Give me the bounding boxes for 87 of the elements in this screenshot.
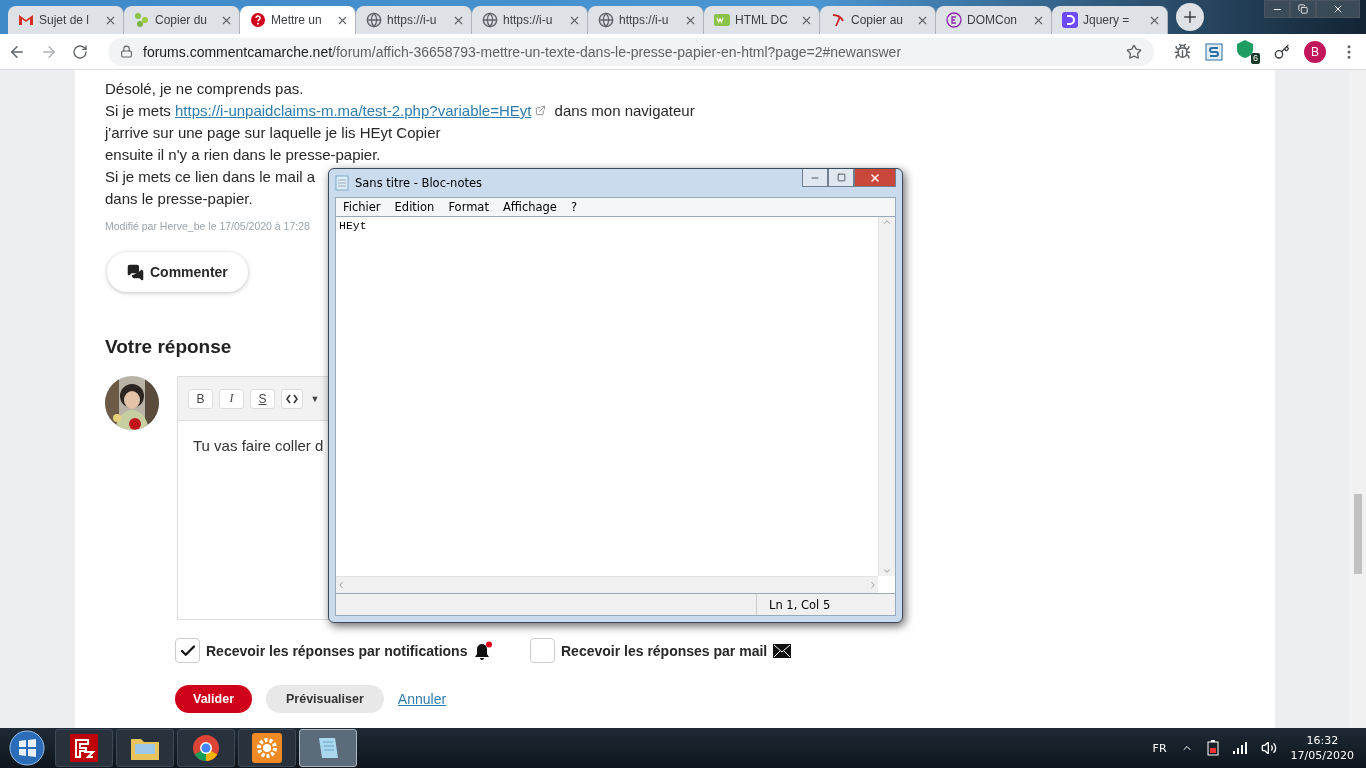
- browser-tab[interactable]: Copier du: [124, 6, 240, 34]
- browser-tab[interactable]: Sujet de l: [8, 6, 124, 34]
- browser-tab[interactable]: Copier au: [820, 6, 936, 34]
- menu-item[interactable]: Affichage: [495, 200, 564, 214]
- dropdown-button[interactable]: ▼: [309, 388, 321, 409]
- envelope-icon: [18, 12, 34, 28]
- close-icon: [1332, 3, 1344, 15]
- browser-tab[interactable]: https://i-u: [472, 6, 588, 34]
- maximize-icon: [836, 173, 846, 182]
- lock-icon: [120, 45, 133, 58]
- menu-item[interactable]: Format: [441, 200, 496, 214]
- taskbar-app-button[interactable]: [238, 729, 296, 767]
- bell-icon: [473, 640, 494, 661]
- browser-tab[interactable]: https://i-u: [588, 6, 704, 34]
- notepad-icon: [335, 175, 349, 191]
- option-label: Recevoir les réponses par notifications: [206, 642, 468, 659]
- browser-tab[interactable]: DOMCon: [936, 6, 1052, 34]
- post-text: dans le presse-papier.: [105, 189, 253, 209]
- edited-note: Modifié par Herve_be le 17/05/2020 à 17:28: [105, 220, 310, 232]
- globe-icon: [598, 12, 614, 28]
- circle-e-icon: [946, 12, 962, 28]
- windows-logo-icon: [9, 730, 45, 766]
- language-indicator[interactable]: FR: [1152, 741, 1167, 755]
- taskbar-app-button[interactable]: [116, 729, 174, 767]
- checkbox[interactable]: [175, 638, 200, 663]
- profile-avatar[interactable]: B: [1304, 40, 1326, 63]
- volume-icon[interactable]: [1260, 740, 1277, 756]
- post-text: ensuite il n'y a rien dans le presse-papier.: [105, 145, 381, 165]
- plus-icon: [1181, 8, 1199, 26]
- bug-icon[interactable]: [1174, 43, 1191, 60]
- browser-tab[interactable]: HTML DC: [704, 6, 820, 34]
- w3-icon: [714, 12, 730, 28]
- format-button[interactable]: I: [219, 388, 244, 409]
- d-logo-icon: [1062, 12, 1078, 28]
- post-text: Si je mets https://i-unpaidclaims-m.ma/test-2.php?variable=HEyt dans mon navigateur: [105, 101, 695, 121]
- format-button[interactable]: B: [188, 388, 213, 409]
- menu-item[interactable]: Fichier: [336, 200, 388, 214]
- code-icon: [286, 393, 298, 404]
- post-text: Désolé, je ne comprends pas.: [105, 79, 304, 99]
- gear-icon: [252, 733, 282, 763]
- menu-item[interactable]: ?: [563, 200, 585, 214]
- minimize-button[interactable]: [802, 169, 828, 187]
- format-button[interactable]: S: [250, 388, 275, 409]
- clock[interactable]: 16:32 17/05/2020: [1290, 733, 1354, 763]
- battery-icon[interactable]: [1206, 740, 1219, 756]
- signal-icon[interactable]: [1232, 742, 1247, 754]
- browser-tab[interactable]: https://i-u: [356, 6, 472, 34]
- restore-icon: [1298, 4, 1308, 14]
- scrollbar[interactable]: [1350, 70, 1366, 728]
- window-title: Sans titre - Bloc-notes: [355, 176, 482, 190]
- restore-button[interactable]: [1290, 0, 1316, 18]
- option-label: Recevoir les réponses par mail: [561, 642, 768, 659]
- chrome-icon: [192, 734, 220, 762]
- question-icon: [250, 12, 266, 28]
- post-text: j'arrive sur une page sur laquelle je lis HEyt Copier: [105, 123, 441, 143]
- post-link[interactable]: https://i-unpaidclaims-m.ma/test-2.php?variable=HEyt: [175, 102, 532, 119]
- maximize-button[interactable]: [828, 169, 854, 187]
- s-logo-icon[interactable]: [1205, 42, 1223, 61]
- reply-heading: Votre réponse: [105, 336, 233, 358]
- taskbar-app-button[interactable]: [55, 729, 113, 767]
- external-link-icon: [535, 105, 547, 116]
- speech-bubbles-icon: [127, 263, 144, 281]
- globe-icon: [482, 12, 498, 28]
- globe-icon: [366, 12, 382, 28]
- filezilla-icon: [70, 734, 98, 762]
- close-icon: [869, 171, 881, 184]
- browser-tab[interactable]: Mettre un: [240, 6, 356, 34]
- cancel-link[interactable]: Annuler: [397, 691, 447, 707]
- envelope-icon: [773, 643, 792, 658]
- checkbox[interactable]: [530, 638, 555, 663]
- post-text: Si je mets ce lien dans le mail a: [105, 167, 316, 187]
- reload-icon[interactable]: [72, 43, 88, 60]
- preview-button[interactable]: Prévisualiser: [266, 685, 384, 713]
- menu-item[interactable]: Edition: [387, 200, 442, 214]
- browser-tab[interactable]: Jquery =: [1052, 6, 1168, 34]
- comment-button[interactable]: Commenter: [107, 252, 248, 292]
- key-icon[interactable]: [1274, 43, 1290, 60]
- dots-icon: [134, 12, 150, 28]
- address-bar[interactable]: forums.commentcamarche.net/forum/affich-36658793-mettre-un-texte-dans-le-presse-papier-en-html?page=2#newanswer: [108, 37, 1154, 66]
- code-button[interactable]: [281, 388, 303, 409]
- reply-text: Tu vas faire coller d: [193, 437, 324, 454]
- submit-button[interactable]: Valider: [175, 685, 252, 713]
- new-tab-button[interactable]: [1176, 3, 1204, 31]
- close-button[interactable]: [854, 169, 896, 187]
- status-text: Ln 1, Col 5: [756, 594, 831, 615]
- taskbar-app-button[interactable]: [177, 729, 235, 767]
- bookmark-star-icon[interactable]: [1126, 43, 1142, 60]
